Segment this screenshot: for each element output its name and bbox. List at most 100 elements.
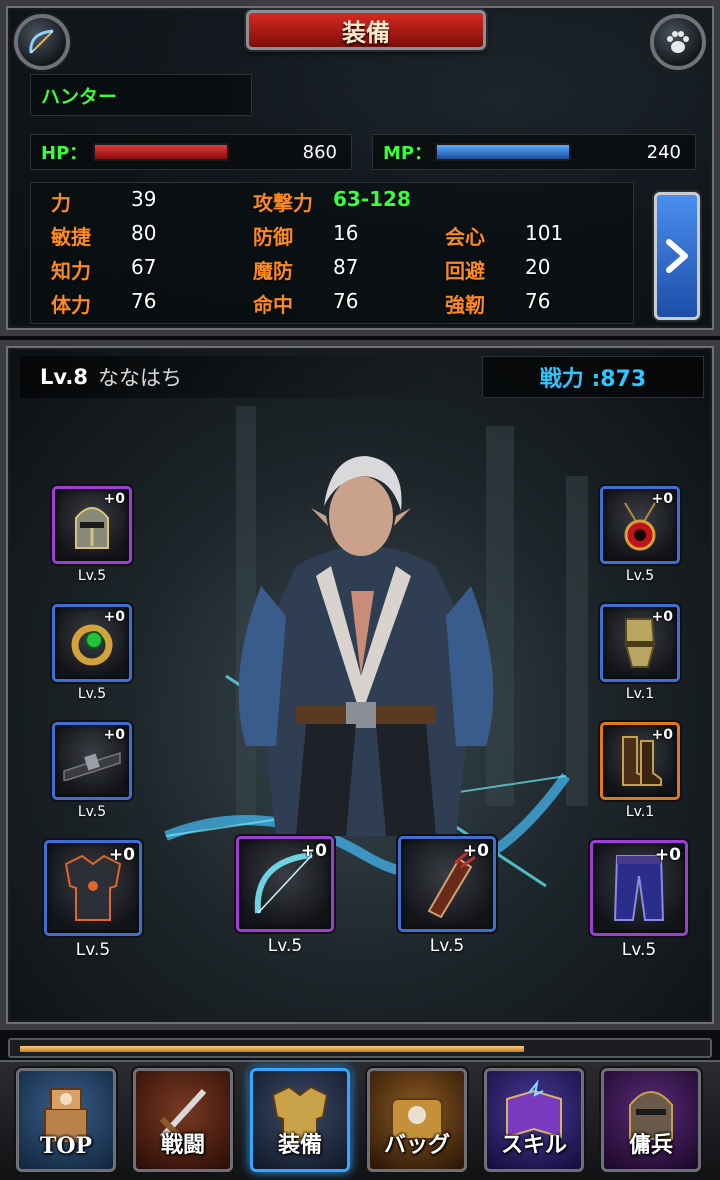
character-panel: Lv.8 ななはち 戦力 :873 +0 Lv.5 +0 Lv.5 +0 Lv.… <box>0 340 720 1030</box>
equipment-slot-quiver[interactable]: +0 Lv.5 <box>398 836 496 964</box>
stat-key: 命中 <box>253 293 293 317</box>
slot-frame: +0 <box>52 722 132 800</box>
character-name: ななはち <box>97 366 182 390</box>
stat-value: 63-128 <box>333 187 411 211</box>
enhance-level: +0 <box>108 845 135 865</box>
equipment-slot-belt[interactable]: +0 Lv.5 <box>52 722 132 822</box>
stat-value: 76 <box>333 289 359 313</box>
stat-key: 体力 <box>51 293 91 317</box>
item-level: Lv.5 <box>429 936 465 956</box>
nav-top-button[interactable]: TOP <box>16 1068 116 1172</box>
equipment-slot-boots[interactable]: +0 Lv.1 <box>600 722 680 822</box>
stat-value: 20 <box>525 255 551 279</box>
slot-frame: +0 <box>52 604 132 682</box>
nav-equipment-button[interactable]: 装備 <box>250 1068 350 1172</box>
belt-icon <box>63 751 121 781</box>
nav-mercenary-button[interactable]: 傭兵 <box>601 1068 701 1172</box>
stat-key: 魔防 <box>253 259 293 283</box>
equipment-slot-helmet[interactable]: +0 Lv.5 <box>52 486 132 586</box>
equipment-slot-armor[interactable]: +0 Lv.5 <box>44 840 142 968</box>
equipment-slot-gloves[interactable]: +0 Lv.1 <box>600 604 680 704</box>
hp-label: HP： <box>41 143 88 164</box>
item-level: Lv.5 <box>267 936 303 956</box>
hp-bar: HP： 860 <box>30 134 352 170</box>
item-level: Lv.5 <box>625 568 655 584</box>
item-level: Lv.5 <box>77 804 107 820</box>
nav-label: TOP <box>39 1133 93 1159</box>
enhance-level: +0 <box>651 609 673 625</box>
item-level: Lv.5 <box>77 686 107 702</box>
stat-key: 強靭 <box>445 293 485 317</box>
hp-value: 860 <box>302 141 337 163</box>
slot-frame: +0 <box>590 840 688 936</box>
nav-skill-button[interactable]: スキル <box>484 1068 584 1172</box>
stat-key: 会心 <box>445 225 485 249</box>
enhance-level: +0 <box>103 727 125 743</box>
enhance-level: +0 <box>103 609 125 625</box>
exp-progress-fill <box>20 1046 524 1052</box>
stat-value: 87 <box>333 255 359 279</box>
item-level: Lv.1 <box>625 804 655 820</box>
exp-progress-bar <box>8 1038 712 1058</box>
item-level: Lv.5 <box>75 940 111 960</box>
weapon-menu-button[interactable] <box>14 14 70 70</box>
stat-key: 防御 <box>253 225 293 249</box>
stat-key: 知力 <box>51 259 91 283</box>
stat-key: 敏捷 <box>51 225 91 249</box>
stat-key: 攻撃力 <box>253 191 313 215</box>
page-title-text: 装備 <box>342 17 390 47</box>
nav-label: 傭兵 <box>628 1132 673 1158</box>
page-title: 装備 <box>246 10 486 50</box>
hp-track <box>93 143 229 161</box>
equipment-slot-necklace[interactable]: +0 Lv.5 <box>600 486 680 586</box>
chevron-right-icon <box>666 239 688 273</box>
stat-key: 回避 <box>445 259 485 283</box>
mp-bar: MP： 240 <box>372 134 696 170</box>
nav-battle-button[interactable]: 戦闘 <box>133 1068 233 1172</box>
class-name: ハンター <box>41 85 118 108</box>
stat-value: 76 <box>525 289 551 313</box>
status-panel: 装備 ハンター HP： 860 MP： 240 力 39 敏捷 80 知力 67… <box>0 0 720 336</box>
slot-frame: +0 <box>44 840 142 936</box>
bottom-navigation: TOP 戦闘 装備 バッグ スキル 傭兵 <box>0 1060 720 1180</box>
hero-character-portrait <box>164 456 571 888</box>
mp-label: MP： <box>383 143 433 164</box>
equipment-slot-weapon[interactable]: +0 Lv.5 <box>236 836 334 964</box>
stat-key: 力 <box>51 191 71 215</box>
nav-label: 装備 <box>277 1132 322 1158</box>
pet-button[interactable] <box>650 14 706 70</box>
nav-label: スキル <box>500 1132 567 1158</box>
item-level: Lv.5 <box>621 940 657 960</box>
character-name-bar: Lv.8 ななはち <box>20 356 450 398</box>
mp-value: 240 <box>646 141 681 163</box>
item-level: Lv.5 <box>77 568 107 584</box>
bow-icon <box>29 29 54 54</box>
slot-frame: +0 <box>600 722 680 800</box>
equipment-slot-ring[interactable]: +0 Lv.5 <box>52 604 132 704</box>
slot-frame: +0 <box>236 836 334 932</box>
hp-fill <box>95 145 227 159</box>
enhance-level: +0 <box>103 491 125 507</box>
stat-value: 16 <box>333 221 359 245</box>
item-level: Lv.1 <box>625 686 655 702</box>
nav-bag-button[interactable]: バッグ <box>367 1068 467 1172</box>
mp-fill <box>437 145 569 159</box>
stat-value: 67 <box>131 255 157 279</box>
stat-value: 39 <box>131 187 157 211</box>
next-page-button[interactable] <box>654 192 700 320</box>
mp-track <box>435 143 571 161</box>
character-level: Lv.8 <box>40 365 88 389</box>
slot-frame: +0 <box>398 836 496 932</box>
slot-frame: +0 <box>600 486 680 564</box>
equipment-slot-pants[interactable]: +0 Lv.5 <box>590 840 688 968</box>
slot-frame: +0 <box>600 604 680 682</box>
enhance-level: +0 <box>462 841 489 861</box>
nav-label: バッグ <box>383 1132 450 1158</box>
stat-value: 80 <box>131 221 157 245</box>
stat-value: 101 <box>525 221 564 245</box>
class-name-box: ハンター <box>30 74 252 116</box>
stat-value: 76 <box>131 289 157 313</box>
ring-icon <box>71 624 113 666</box>
enhance-level: +0 <box>651 491 673 507</box>
combat-power: 戦力 :873 <box>539 367 647 392</box>
